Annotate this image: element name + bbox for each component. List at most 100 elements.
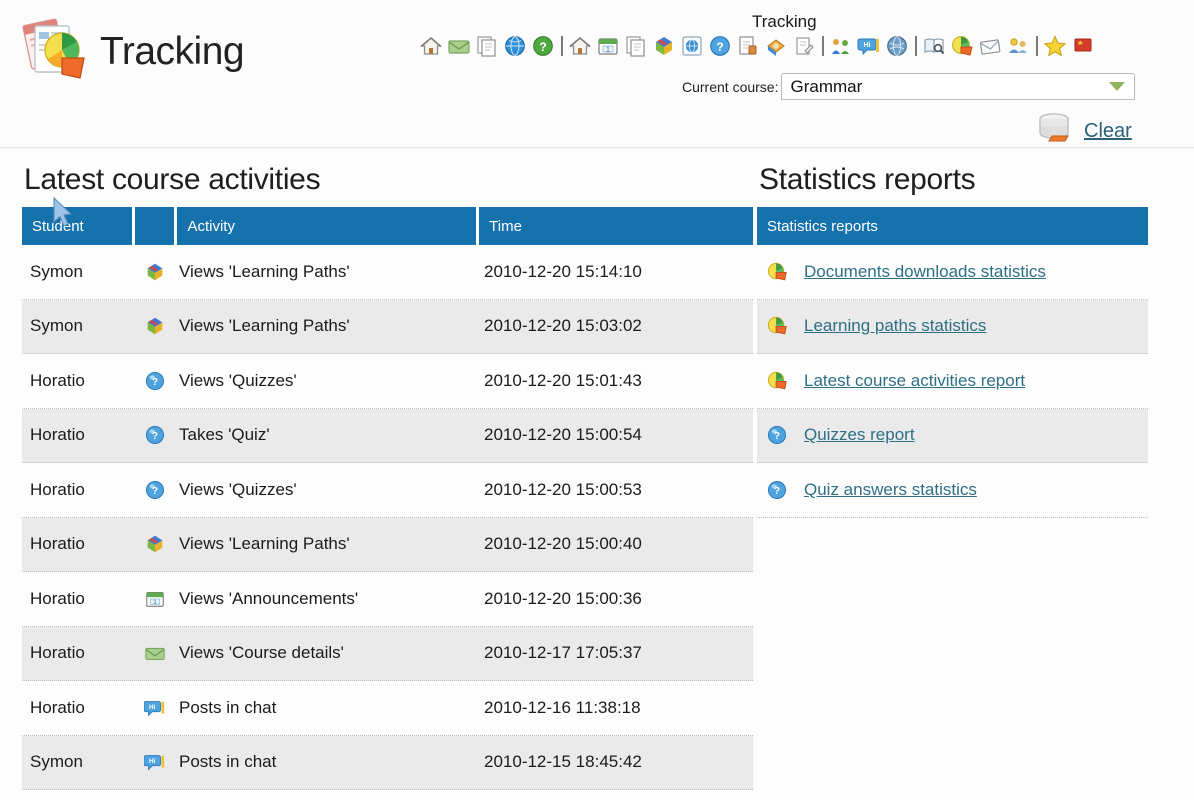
course-documents-icon[interactable]	[623, 33, 649, 59]
toolbar-separator	[912, 35, 919, 57]
quizzes-icon: ?	[135, 370, 175, 392]
current-course-select[interactable]: Grammar	[781, 73, 1136, 100]
activity-student: Horatio	[30, 588, 85, 608]
tracking-page: Tracking Tracking ? 1 ? Hi Current cours…	[0, 0, 1194, 800]
column-header-icon[interactable]	[134, 207, 175, 245]
activity-time: 2010-12-20 15:00:36	[484, 588, 642, 608]
clear-link[interactable]: Clear	[1084, 120, 1132, 143]
favourites-star-icon[interactable]	[1042, 33, 1068, 59]
statistics-report-row[interactable]: Documents downloads statistics	[757, 245, 1148, 300]
inbox-envelope-icon[interactable]	[446, 33, 472, 59]
activity-student: Symon	[30, 261, 83, 281]
column-header-activity[interactable]: Activity	[177, 207, 477, 245]
activity-row[interactable]: Horatio Views 'Learning Paths' 2010-12-20 …	[22, 517, 753, 572]
notes-icon[interactable]	[791, 33, 817, 59]
activity-row[interactable]: Horatio? Views 'Quizzes' 2010-12-20 15:00:…	[22, 463, 753, 518]
activity-student: Horatio	[30, 697, 85, 717]
latest-course-activities-panel: Latest course activities Student Activit…	[22, 149, 754, 790]
chevron-down-icon[interactable]	[1109, 82, 1126, 91]
activity-row[interactable]: Horatio Hi Posts in chat 2010-12-16 11:38:1…	[22, 681, 753, 736]
activity-row[interactable]: Symon Views 'Learning Paths' 2010-12-20 15…	[22, 245, 753, 300]
activity-time: 2010-12-17 17:05:37	[484, 643, 642, 663]
activity-description: Views 'Course details'	[179, 643, 344, 663]
pie-chart-icon	[766, 261, 800, 283]
activity-time: 2010-12-20 15:00:53	[484, 479, 642, 499]
quizzes-icon: ?	[135, 479, 175, 501]
quizzes-icon: ?	[766, 424, 800, 446]
activity-description: Takes 'Quiz'	[179, 425, 270, 445]
course-details-icon	[135, 642, 175, 664]
users-group-icon[interactable]	[828, 33, 854, 59]
toolbar: ? 1 ? Hi	[418, 33, 1096, 59]
activity-description: Views 'Quizzes'	[179, 370, 297, 390]
dropbox-icon[interactable]	[763, 33, 789, 59]
quizzes-globe-icon[interactable]: ?	[707, 33, 733, 59]
statistics-reports-list: Documents downloads statistics Learning p…	[757, 245, 1148, 518]
globe-blue-icon[interactable]	[502, 33, 528, 59]
statistics-report-row[interactable]: Latest course activities report	[757, 354, 1148, 409]
learning-paths-icon	[135, 533, 175, 555]
statistics-report-row[interactable]: Learning paths statistics	[757, 299, 1148, 354]
home-icon[interactable]	[418, 33, 444, 59]
activity-time: 2010-12-20 15:03:02	[484, 316, 642, 336]
activity-row[interactable]: Symon Views 'Learning Paths' 2010-12-20 15…	[22, 299, 753, 354]
current-course-row: Current course: Grammar	[682, 73, 1136, 100]
tracking-pie-icon[interactable]	[949, 33, 975, 59]
help-green-globe-icon[interactable]: ?	[530, 33, 556, 59]
statistics-report-row[interactable]: ? Quizzes report	[757, 408, 1148, 463]
svg-text:1: 1	[606, 47, 610, 54]
activity-row[interactable]: Horatio? Views 'Quizzes' 2010-12-20 15:01:…	[22, 354, 753, 409]
activity-row[interactable]: Horatio? Takes 'Quiz' 2010-12-20 15:00:54	[22, 408, 753, 463]
activity-student: Horatio	[30, 425, 85, 445]
chat-icon[interactable]: Hi	[856, 33, 882, 59]
activity-description: Views 'Learning Paths'	[179, 534, 350, 554]
column-header-statistics-reports: Statistics reports	[757, 207, 1148, 245]
latest-course-activities-heading: Latest course activities	[24, 163, 321, 196]
svg-text:?: ?	[716, 40, 723, 54]
statistics-report-link[interactable]: Latest course activities report	[804, 371, 1025, 391]
chat-icon: Hi	[135, 751, 175, 773]
documents-icon[interactable]	[474, 33, 500, 59]
learning-paths-icon[interactable]	[651, 33, 677, 59]
column-header-student[interactable]: Student	[22, 207, 132, 245]
svg-text:Hi: Hi	[149, 758, 156, 765]
statistics-report-link[interactable]: Quiz answers statistics	[804, 480, 977, 500]
forums-globe-icon[interactable]	[884, 33, 910, 59]
statistics-report-link[interactable]: Learning paths statistics	[804, 316, 986, 336]
statistics-report-link[interactable]: Quizzes report	[804, 425, 915, 445]
announcements-calendar-icon[interactable]: 1	[595, 33, 621, 59]
activity-row[interactable]: Horatio Views 'Course details' 2010-12-17 …	[22, 626, 753, 681]
statistics-report-link[interactable]: Documents downloads statistics	[804, 262, 1046, 282]
pie-chart-icon	[766, 315, 800, 337]
activity-row[interactable]: Horatio 1 Views 'Announcements' 2010-12-20 …	[22, 572, 753, 627]
activity-row[interactable]: Symon Hi Posts in chat 2010-12-15 18:45:42	[22, 735, 753, 790]
current-course-value: Grammar	[790, 77, 863, 96]
activity-description: Views 'Learning Paths'	[179, 316, 350, 336]
activity-time: 2010-12-20 15:14:10	[484, 261, 642, 281]
course-home-icon[interactable]	[567, 33, 593, 59]
pie-chart-icon	[766, 370, 800, 392]
mail-icon[interactable]	[977, 33, 1003, 59]
groups-icon[interactable]	[1005, 33, 1031, 59]
activity-description: Views 'Quizzes'	[179, 479, 297, 499]
activity-time: 2010-12-16 11:38:18	[484, 697, 641, 717]
activity-time: 2010-12-20 15:00:40	[484, 534, 642, 554]
assignments-icon[interactable]	[735, 33, 761, 59]
toolbar-separator	[819, 35, 826, 57]
main-content: Latest course activities Student Activit…	[0, 149, 1194, 800]
activity-student: Horatio	[30, 479, 85, 499]
activities-table-body: Symon Views 'Learning Paths' 2010-12-20 15…	[22, 245, 753, 790]
chat-icon: Hi	[135, 697, 175, 719]
statistics-reports-panel: Statistics reports Statistics reports Do…	[757, 149, 1148, 518]
flag-red-icon[interactable]	[1070, 33, 1096, 59]
activity-student: Horatio	[30, 643, 85, 663]
svg-text:?: ?	[774, 486, 780, 497]
search-book-icon[interactable]	[921, 33, 947, 59]
statistics-reports-heading: Statistics reports	[759, 163, 976, 196]
links-globe-icon[interactable]	[679, 33, 705, 59]
activity-description: Posts in chat	[179, 697, 277, 717]
statistics-report-row[interactable]: ? Quiz answers statistics	[757, 463, 1148, 518]
brand: Tracking	[18, 12, 245, 84]
column-header-time[interactable]: Time	[479, 207, 754, 245]
page-title: Tracking	[100, 29, 245, 73]
